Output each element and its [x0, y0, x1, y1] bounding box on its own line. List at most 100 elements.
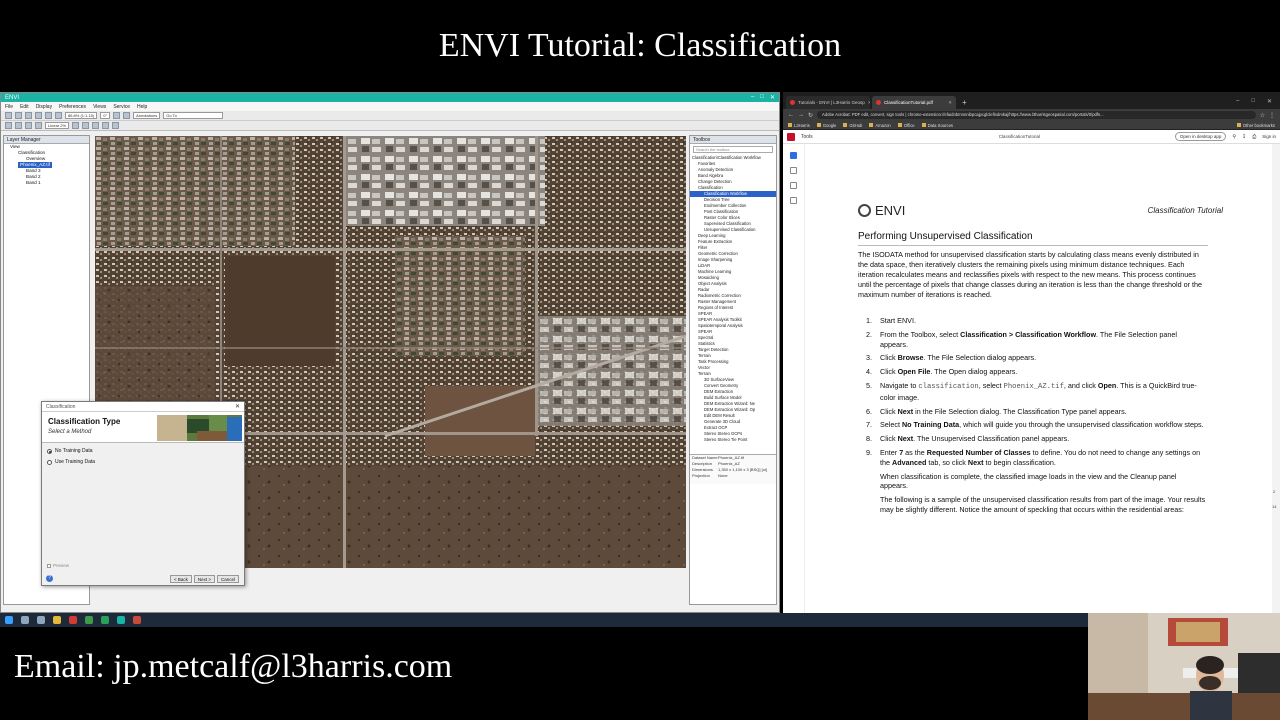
goto-field[interactable]: Go To: [163, 112, 224, 119]
back-icon[interactable]: ←: [788, 112, 794, 118]
print-icon[interactable]: ⎙: [1252, 134, 1256, 140]
step-item: 3. Click Browse. The File Selection dialo…: [866, 353, 1206, 363]
open-icon[interactable]: [5, 112, 12, 119]
stretch-dropdown[interactable]: Linear 2%: [45, 122, 70, 129]
tree-band-1[interactable]: Band 1: [4, 180, 89, 186]
radio-use-training-data[interactable]: [47, 459, 52, 465]
comment-tool-icon[interactable]: [790, 167, 797, 174]
close-icon[interactable]: ✕: [1267, 98, 1272, 105]
swipe-icon[interactable]: [112, 122, 120, 129]
search-icon[interactable]: ⚲: [1232, 134, 1236, 140]
tab-close-icon[interactable]: ✕: [868, 100, 870, 106]
zoom-icon[interactable]: [45, 112, 52, 119]
portal-icon[interactable]: [82, 122, 90, 129]
contrast-icon[interactable]: [15, 122, 22, 129]
menu-file[interactable]: File: [5, 104, 13, 110]
close-icon[interactable]: ✕: [770, 94, 775, 101]
maximize-icon[interactable]: □: [1251, 98, 1255, 105]
transparency-icon[interactable]: [35, 122, 42, 129]
sign-in-button[interactable]: Sign in: [1262, 134, 1276, 139]
minimize-icon[interactable]: –: [1236, 98, 1239, 105]
envi-window-controls[interactable]: – □ ✕: [751, 94, 775, 101]
toolbox-search-input[interactable]: Search the toolbox: [693, 146, 773, 153]
start-icon[interactable]: [5, 616, 13, 624]
url-input[interactable]: Adobe Acrobat: PDF edit, convert, sign t…: [817, 111, 1256, 119]
dialog-close-icon[interactable]: ✕: [235, 403, 240, 410]
bookmark-label: Amazon: [875, 122, 891, 128]
menu-service[interactable]: Service: [113, 104, 130, 110]
draw-tool-icon[interactable]: [790, 182, 797, 189]
forward-icon[interactable]: →: [798, 112, 804, 118]
step-text: Start ENVI.: [880, 316, 916, 325]
new-tab-button[interactable]: +: [958, 96, 971, 109]
sharpen-icon[interactable]: [25, 122, 32, 129]
cursor-tool-icon[interactable]: [790, 152, 797, 159]
option-no-training-data[interactable]: No Training Data: [47, 448, 244, 454]
cancel-button[interactable]: Cancel: [216, 575, 239, 583]
download-icon[interactable]: ↧: [1242, 134, 1246, 140]
annotations-dropdown[interactable]: Annotations: [133, 112, 161, 119]
task-view-icon[interactable]: [37, 616, 45, 624]
file-explorer-icon[interactable]: [53, 616, 61, 624]
app-icon[interactable]: [133, 616, 141, 624]
other-bookmarks[interactable]: Other bookmarks: [1236, 122, 1275, 128]
chrome-icon[interactable]: [69, 616, 77, 624]
radio-no-training-data[interactable]: [47, 448, 52, 454]
menu-preferences[interactable]: Preferences: [59, 104, 86, 110]
dialog-header-image: [157, 415, 242, 441]
star-icon[interactable]: ☆: [1260, 112, 1265, 119]
preview-option[interactable]: Preview: [47, 563, 69, 568]
help-icon[interactable]: ?: [46, 575, 53, 582]
search-icon[interactable]: [21, 616, 29, 624]
pdf-scrollbar[interactable]: 2 14: [1272, 144, 1280, 613]
excel-icon[interactable]: [101, 616, 109, 624]
pan-icon[interactable]: [35, 112, 42, 119]
highlight-tool-icon[interactable]: [790, 197, 797, 204]
toolbox-item[interactable]: Stereo Stereo Tie Point: [690, 437, 776, 443]
folder-icon: [816, 123, 821, 127]
bookmark-label: Other bookmarks: [1242, 122, 1275, 128]
envi-icon[interactable]: [117, 616, 125, 624]
minimize-icon[interactable]: –: [751, 94, 754, 101]
preview-checkbox[interactable]: [47, 563, 51, 568]
maximize-icon[interactable]: □: [760, 94, 764, 101]
bookmark-google[interactable]: Google: [816, 123, 836, 128]
bookmark-office[interactable]: Office: [897, 123, 915, 128]
menu-help[interactable]: Help: [137, 104, 147, 110]
next-button[interactable]: Next >: [193, 575, 215, 583]
menu-display[interactable]: Display: [36, 104, 52, 110]
label-use-training-data: Use Training Data: [55, 459, 96, 465]
menu-views[interactable]: Views: [93, 104, 106, 110]
back-button[interactable]: < Back: [169, 575, 192, 583]
menu-edit[interactable]: Edit: [20, 104, 29, 110]
menu-icon[interactable]: ⋮: [1269, 112, 1275, 119]
reload-icon[interactable]: ↻: [808, 112, 813, 119]
blend-icon[interactable]: [92, 122, 100, 129]
chrome-alt-icon[interactable]: [85, 616, 93, 624]
tab-tutorials[interactable]: Tutorials - ENVI | L3Harris Geosp ✕: [786, 96, 870, 109]
tab-strip: Tutorials - ENVI | L3Harris Geosp ✕ Clas…: [783, 92, 1280, 109]
pdf-tools-button[interactable]: Tools: [801, 134, 813, 140]
option-use-training-data[interactable]: Use Training Data: [47, 459, 244, 465]
select-icon[interactable]: [25, 112, 32, 119]
crosshair-icon[interactable]: [113, 112, 121, 119]
vector-icon[interactable]: [123, 112, 131, 119]
flicker-icon[interactable]: [102, 122, 110, 129]
step-item: 4. Click Open File. The Open dialog appea…: [866, 367, 1206, 377]
open-desktop-button[interactable]: Open in desktop app: [1174, 132, 1227, 141]
bookmark-l3harris[interactable]: L3Harris: [788, 123, 810, 128]
rotate-icon[interactable]: [55, 112, 62, 119]
bookmark-data-sources[interactable]: Data Sources: [921, 123, 953, 128]
histogram-icon[interactable]: [72, 122, 80, 129]
bookmark-github[interactable]: GitHub: [843, 123, 862, 128]
tab-close-icon[interactable]: ✕: [948, 100, 952, 106]
pdf-document-area[interactable]: ENVI Classification Tutorial Performing …: [805, 144, 1275, 613]
tab-pdf[interactable]: ClassificationTutorial.pdf ✕: [872, 96, 956, 109]
zoom-field[interactable]: 86.8% (1:1.15): [65, 112, 98, 119]
bookmark-amazon[interactable]: Amazon: [869, 122, 891, 128]
dialog-window-title: Classification: [46, 403, 76, 410]
save-icon[interactable]: [15, 112, 22, 119]
page-count: 14: [1272, 504, 1277, 509]
rotation-field[interactable]: 0°: [100, 112, 111, 119]
brightness-icon[interactable]: [5, 122, 12, 129]
